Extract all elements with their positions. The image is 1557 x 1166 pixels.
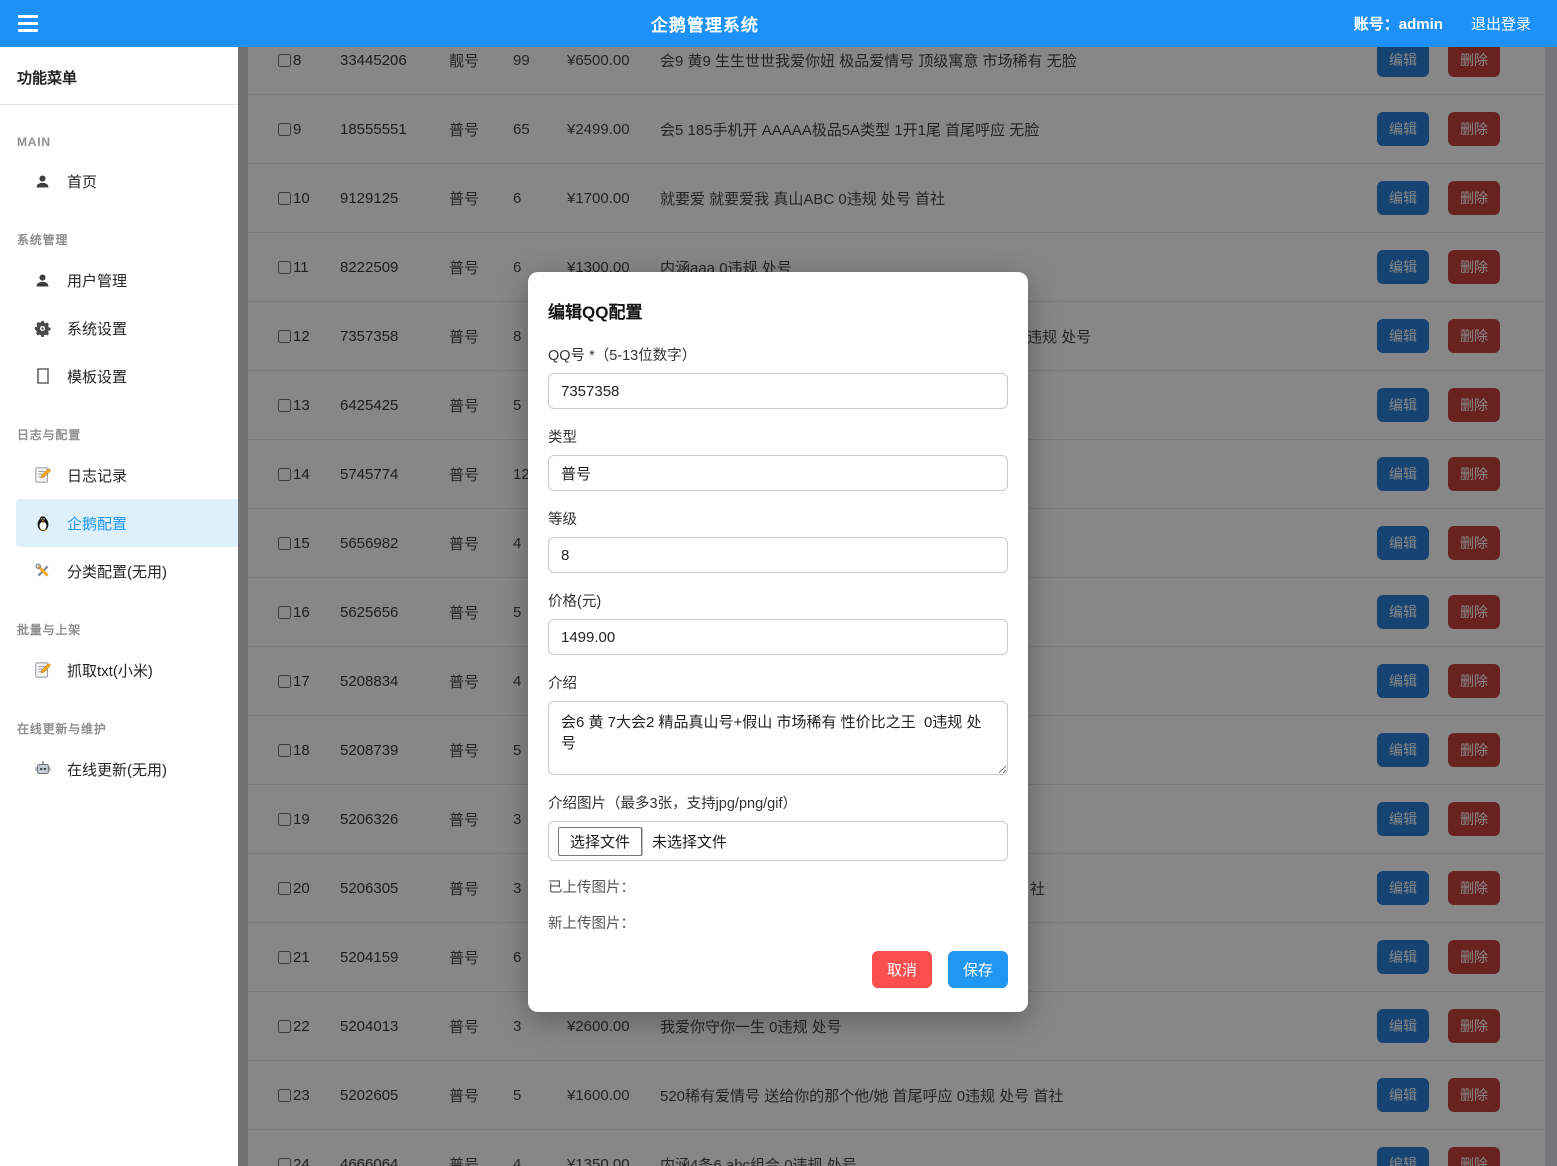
sidebar-item-首页[interactable]: 首页 xyxy=(0,157,238,205)
sidebar-item-label: 企鹅配置 xyxy=(67,513,127,534)
sidebar-section-label: 批量与上架 xyxy=(0,621,238,638)
intro-label: 介绍 xyxy=(548,672,1008,693)
intro-textarea[interactable]: 会6 黄 7大会2 精品真山号+假山 市场稀有 性价比之王 0违规 处号 xyxy=(548,701,1008,775)
image-file-input[interactable]: 选择文件 未选择文件 xyxy=(548,821,1008,861)
sidebar-item-label: 在线更新(无用) xyxy=(67,759,167,780)
memo-icon xyxy=(33,466,52,484)
sidebar-section: 系统管理 用户管理 系统设置 模板设置 xyxy=(0,231,238,400)
price-label: 价格(元) xyxy=(548,590,1008,611)
cancel-button[interactable]: 取消 xyxy=(872,951,932,988)
new-upload-images-label: 新上传图片： xyxy=(548,912,1008,933)
sidebar-item-在线更新(无用)[interactable]: 在线更新(无用) xyxy=(0,745,238,793)
sidebar-section-label: 在线更新与维护 xyxy=(0,720,238,737)
type-input[interactable] xyxy=(548,455,1008,491)
sidebar-item-label: 抓取txt(小米) xyxy=(67,660,153,681)
gear-icon xyxy=(33,320,52,337)
hamburger-menu-icon[interactable] xyxy=(0,15,56,32)
sidebar-section: 在线更新与维护 在线更新(无用) xyxy=(0,720,238,793)
qq-number-label: QQ号 *（5-13位数字） xyxy=(548,344,1008,365)
sidebar-item-label: 日志记录 xyxy=(67,465,127,486)
account-label: 账号：admin xyxy=(1354,13,1443,34)
sidebar-item-系统设置[interactable]: 系统设置 xyxy=(0,304,238,352)
sidebar-section: 日志与配置 日志记录 企鹅配置 分类配置(无用) xyxy=(0,426,238,595)
tools-icon xyxy=(33,562,52,580)
sidebar-item-模板设置[interactable]: 模板设置 xyxy=(0,352,238,400)
app-title: 企鹅管理系统 xyxy=(56,11,1354,36)
sidebar-section-label: 日志与配置 xyxy=(0,426,238,443)
sidebar-item-企鹅配置[interactable]: 企鹅配置 xyxy=(16,499,238,547)
save-button[interactable]: 保存 xyxy=(948,951,1008,988)
sidebar-item-label: 系统设置 xyxy=(67,318,127,339)
sidebar-item-抓取txt(小米)[interactable]: 抓取txt(小米) xyxy=(0,646,238,694)
memo-icon xyxy=(33,661,52,679)
dialog-title: 编辑QQ配置 xyxy=(548,298,1008,323)
sidebar-section: MAIN 首页 xyxy=(0,135,238,205)
robot-icon xyxy=(33,760,52,778)
sidebar-item-label: 首页 xyxy=(67,171,97,192)
penguin-icon xyxy=(33,514,52,532)
logout-button[interactable]: 退出登录 xyxy=(1471,13,1531,34)
sidebar-item-日志记录[interactable]: 日志记录 xyxy=(0,451,238,499)
images-label: 介绍图片（最多3张，支持jpg/png/gif） xyxy=(548,792,1008,813)
user-icon xyxy=(33,173,52,190)
sidebar-item-label: 分类配置(无用) xyxy=(67,561,167,582)
top-bar: 企鹅管理系统 账号：admin 退出登录 xyxy=(0,0,1557,47)
sidebar-item-分类配置(无用)[interactable]: 分类配置(无用) xyxy=(0,547,238,595)
user-icon xyxy=(33,272,52,289)
sidebar-item-label: 用户管理 xyxy=(67,270,127,291)
type-label: 类型 xyxy=(548,426,1008,447)
qq-number-input[interactable] xyxy=(548,373,1008,409)
sidebar-section: 批量与上架 抓取txt(小米) xyxy=(0,621,238,694)
sidebar-item-label: 模板设置 xyxy=(67,366,127,387)
sidebar: 功能菜单 MAIN 首页 系统管理 用户管理 系统设置 模板设置 日志与配置 日… xyxy=(0,47,238,1166)
uploaded-images-label: 已上传图片： xyxy=(548,876,1008,897)
no-file-text: 未选择文件 xyxy=(652,831,727,852)
sidebar-section-label: MAIN xyxy=(0,135,238,149)
choose-file-button[interactable]: 选择文件 xyxy=(558,827,642,856)
sidebar-menu-title: 功能菜单 xyxy=(0,47,238,105)
level-label: 等级 xyxy=(548,508,1008,529)
level-input[interactable] xyxy=(548,537,1008,573)
price-input[interactable] xyxy=(548,619,1008,655)
sidebar-section-label: 系统管理 xyxy=(0,231,238,248)
edit-qq-dialog: 编辑QQ配置 QQ号 *（5-13位数字） 类型 等级 价格(元) 介绍 会6 … xyxy=(528,272,1028,1012)
template-placeholder-icon xyxy=(33,368,52,384)
sidebar-item-用户管理[interactable]: 用户管理 xyxy=(0,256,238,304)
